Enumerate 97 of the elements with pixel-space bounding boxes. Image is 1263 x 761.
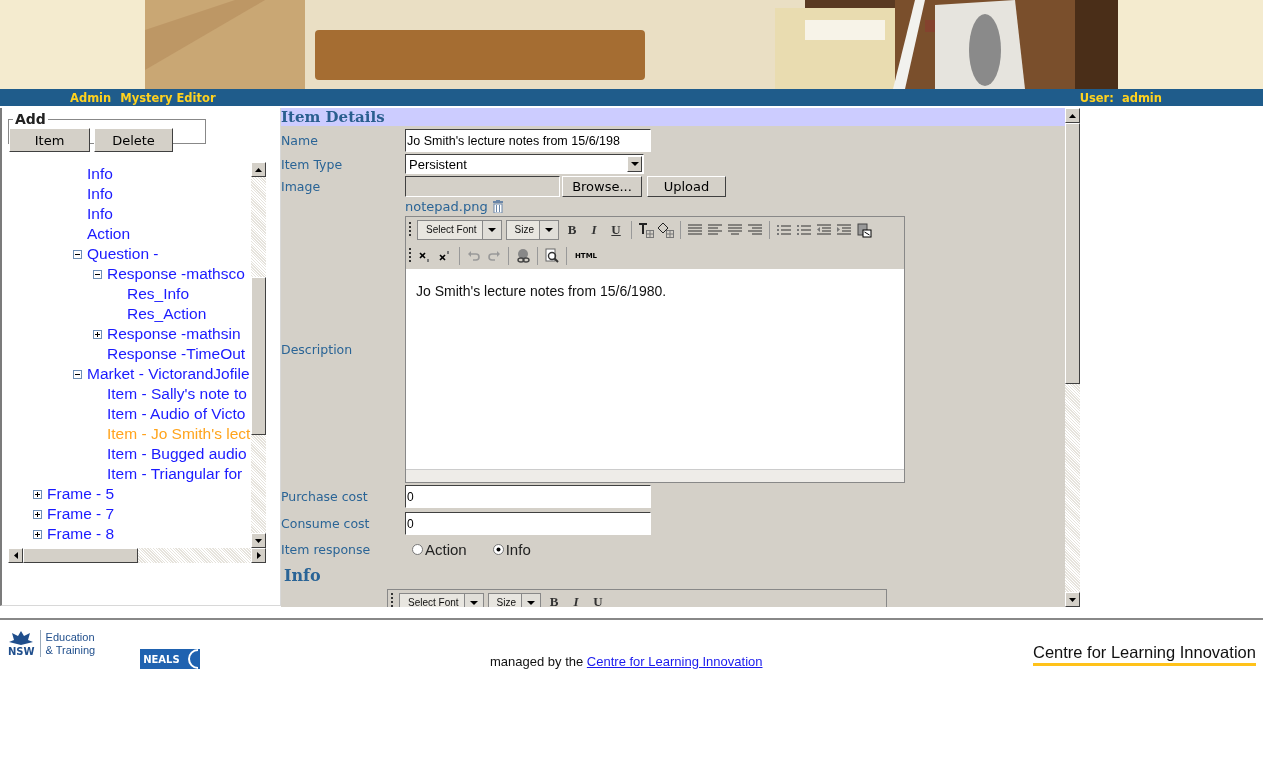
footer-link[interactable]: Centre for Learning Innovation — [586, 654, 763, 669]
tree-item[interactable]: Action — [87, 224, 131, 244]
tree-item[interactable]: Item - Triangular for — [107, 464, 243, 484]
radio-label[interactable]: Action — [425, 541, 467, 558]
user-label: User: — [1079, 90, 1114, 105]
link-icon[interactable] — [515, 247, 531, 264]
nav-link[interactable]: Mystery Editor — [120, 90, 216, 105]
tree-item[interactable]: Response -mathsco — [107, 264, 245, 284]
caret-icon[interactable] — [630, 162, 639, 166]
up-arrow-icon[interactable] — [1069, 113, 1076, 118]
add-button[interactable]: Item — [9, 128, 90, 152]
tree-item[interactable]: Info — [87, 184, 113, 204]
table-text-icon[interactable] — [638, 221, 655, 238]
paste-word-icon[interactable] — [856, 221, 873, 238]
tree-item[interactable]: Response -mathsin — [107, 324, 241, 344]
align-left-icon[interactable] — [707, 221, 724, 238]
editor-content[interactable]: Jo Smith's lecture notes from 15/6/1980. — [406, 268, 904, 469]
file-field[interactable] — [405, 175, 560, 197]
section-title: Item Details — [281, 108, 385, 126]
tree-item[interactable]: Frame - 7 — [47, 504, 115, 524]
align-right-icon[interactable] — [747, 221, 764, 238]
table-fill-icon[interactable] — [658, 221, 675, 238]
dropdown[interactable]: Persistent — [405, 154, 644, 174]
italic-button[interactable]: I — [567, 593, 586, 607]
crescent-icon — [186, 649, 201, 669]
section-title: Info — [284, 565, 321, 585]
footer-text: managed by the Centre for Learning Innovation — [490, 654, 763, 669]
down-arrow-icon[interactable] — [255, 538, 262, 543]
nav-link[interactable]: Admin — [70, 90, 112, 105]
radio-button[interactable] — [412, 544, 423, 555]
underline-button[interactable]: U — [607, 220, 626, 239]
horizontal-scrollbar[interactable] — [8, 548, 266, 563]
logo: NSW Education & Training — [8, 630, 96, 657]
user-name: admin — [1121, 90, 1162, 105]
tree-item[interactable]: Market - VictorandJofile — [87, 364, 250, 384]
field-label: Purchase cost — [281, 489, 369, 504]
font-dropdown[interactable]: Select Font — [399, 593, 484, 607]
underline-button[interactable]: U — [589, 593, 608, 607]
align-center-icon[interactable] — [727, 221, 744, 238]
collapse-icon[interactable] — [73, 369, 82, 379]
expand-icon[interactable] — [33, 489, 42, 499]
tree-item[interactable]: Item - Audio of Victo — [107, 404, 246, 424]
tree-item[interactable]: Res_Info — [127, 284, 190, 304]
caret-icon[interactable] — [487, 227, 496, 232]
bold-button[interactable]: B — [545, 593, 564, 607]
tree-item[interactable]: Frame - 8 — [47, 524, 115, 544]
file-button[interactable]: Browse... — [562, 175, 642, 197]
tree-item[interactable]: Item - Bugged audio — [107, 444, 247, 464]
tree-item[interactable]: Item - Sally's note to — [107, 384, 247, 404]
vertical-scrollbar[interactable] — [251, 162, 266, 548]
bold-button[interactable]: B — [563, 220, 582, 239]
expand-icon[interactable] — [33, 529, 42, 539]
expand-icon[interactable] — [33, 509, 42, 519]
expand-icon[interactable] — [93, 329, 102, 339]
collapse-icon[interactable] — [73, 249, 82, 259]
waratah-icon — [8, 630, 35, 646]
description-text: Jo Smith's lecture notes from 15/6/1980. — [416, 282, 668, 299]
logo: NEALS — [140, 649, 201, 669]
caret-icon[interactable] — [469, 601, 478, 605]
radio-button[interactable] — [492, 544, 504, 555]
tree-item[interactable]: Info — [87, 164, 113, 184]
up-arrow-icon[interactable] — [255, 167, 262, 172]
trash-icon[interactable] — [491, 200, 504, 213]
add-button[interactable]: Delete — [94, 128, 173, 152]
left-arrow-icon[interactable] — [13, 552, 18, 559]
tree-item[interactable]: Question - — [87, 244, 159, 264]
tree-item[interactable]: Response -TimeOut — [107, 344, 246, 364]
field-label: Image — [281, 178, 322, 194]
radio-label[interactable]: Info — [505, 541, 531, 558]
vertical-scrollbar[interactable] — [1065, 108, 1080, 607]
field-label: Item Type — [281, 156, 344, 172]
collapse-icon[interactable] — [93, 269, 102, 279]
input-field[interactable]: Jo Smith's lecture notes from 15/6/198 — [405, 129, 651, 152]
outdent-icon[interactable] — [816, 221, 833, 238]
file-button[interactable]: Upload — [647, 175, 726, 197]
right-arrow-icon[interactable] — [256, 552, 261, 559]
tree-item[interactable]: Res_Action — [127, 304, 207, 324]
caret-icon[interactable] — [545, 227, 554, 232]
preview-icon[interactable] — [544, 247, 560, 264]
add-legend: Add — [13, 112, 48, 126]
font-dropdown[interactable]: Select Font — [417, 219, 502, 240]
italic-button[interactable]: I — [585, 220, 604, 239]
field-label: Item response — [281, 542, 372, 557]
field-label: Description — [281, 341, 354, 357]
justify-icon[interactable] — [687, 221, 704, 238]
logo: Centre for Learning Innovation — [1033, 643, 1256, 666]
size-dropdown[interactable]: Size — [487, 593, 542, 607]
size-dropdown[interactable]: Size — [505, 219, 560, 240]
tree-item[interactable]: Frame - 5 — [47, 484, 115, 504]
field-label: Name — [281, 133, 319, 148]
input-field[interactable]: 0 — [405, 485, 651, 508]
down-arrow-icon[interactable] — [1069, 597, 1076, 602]
caret-icon[interactable] — [527, 601, 536, 605]
file-link[interactable]: notepad.png — [405, 199, 488, 214]
tree-item[interactable]: Info — [87, 204, 113, 224]
input-field[interactable]: 0 — [405, 512, 651, 535]
field-label: Consume cost — [281, 516, 371, 531]
